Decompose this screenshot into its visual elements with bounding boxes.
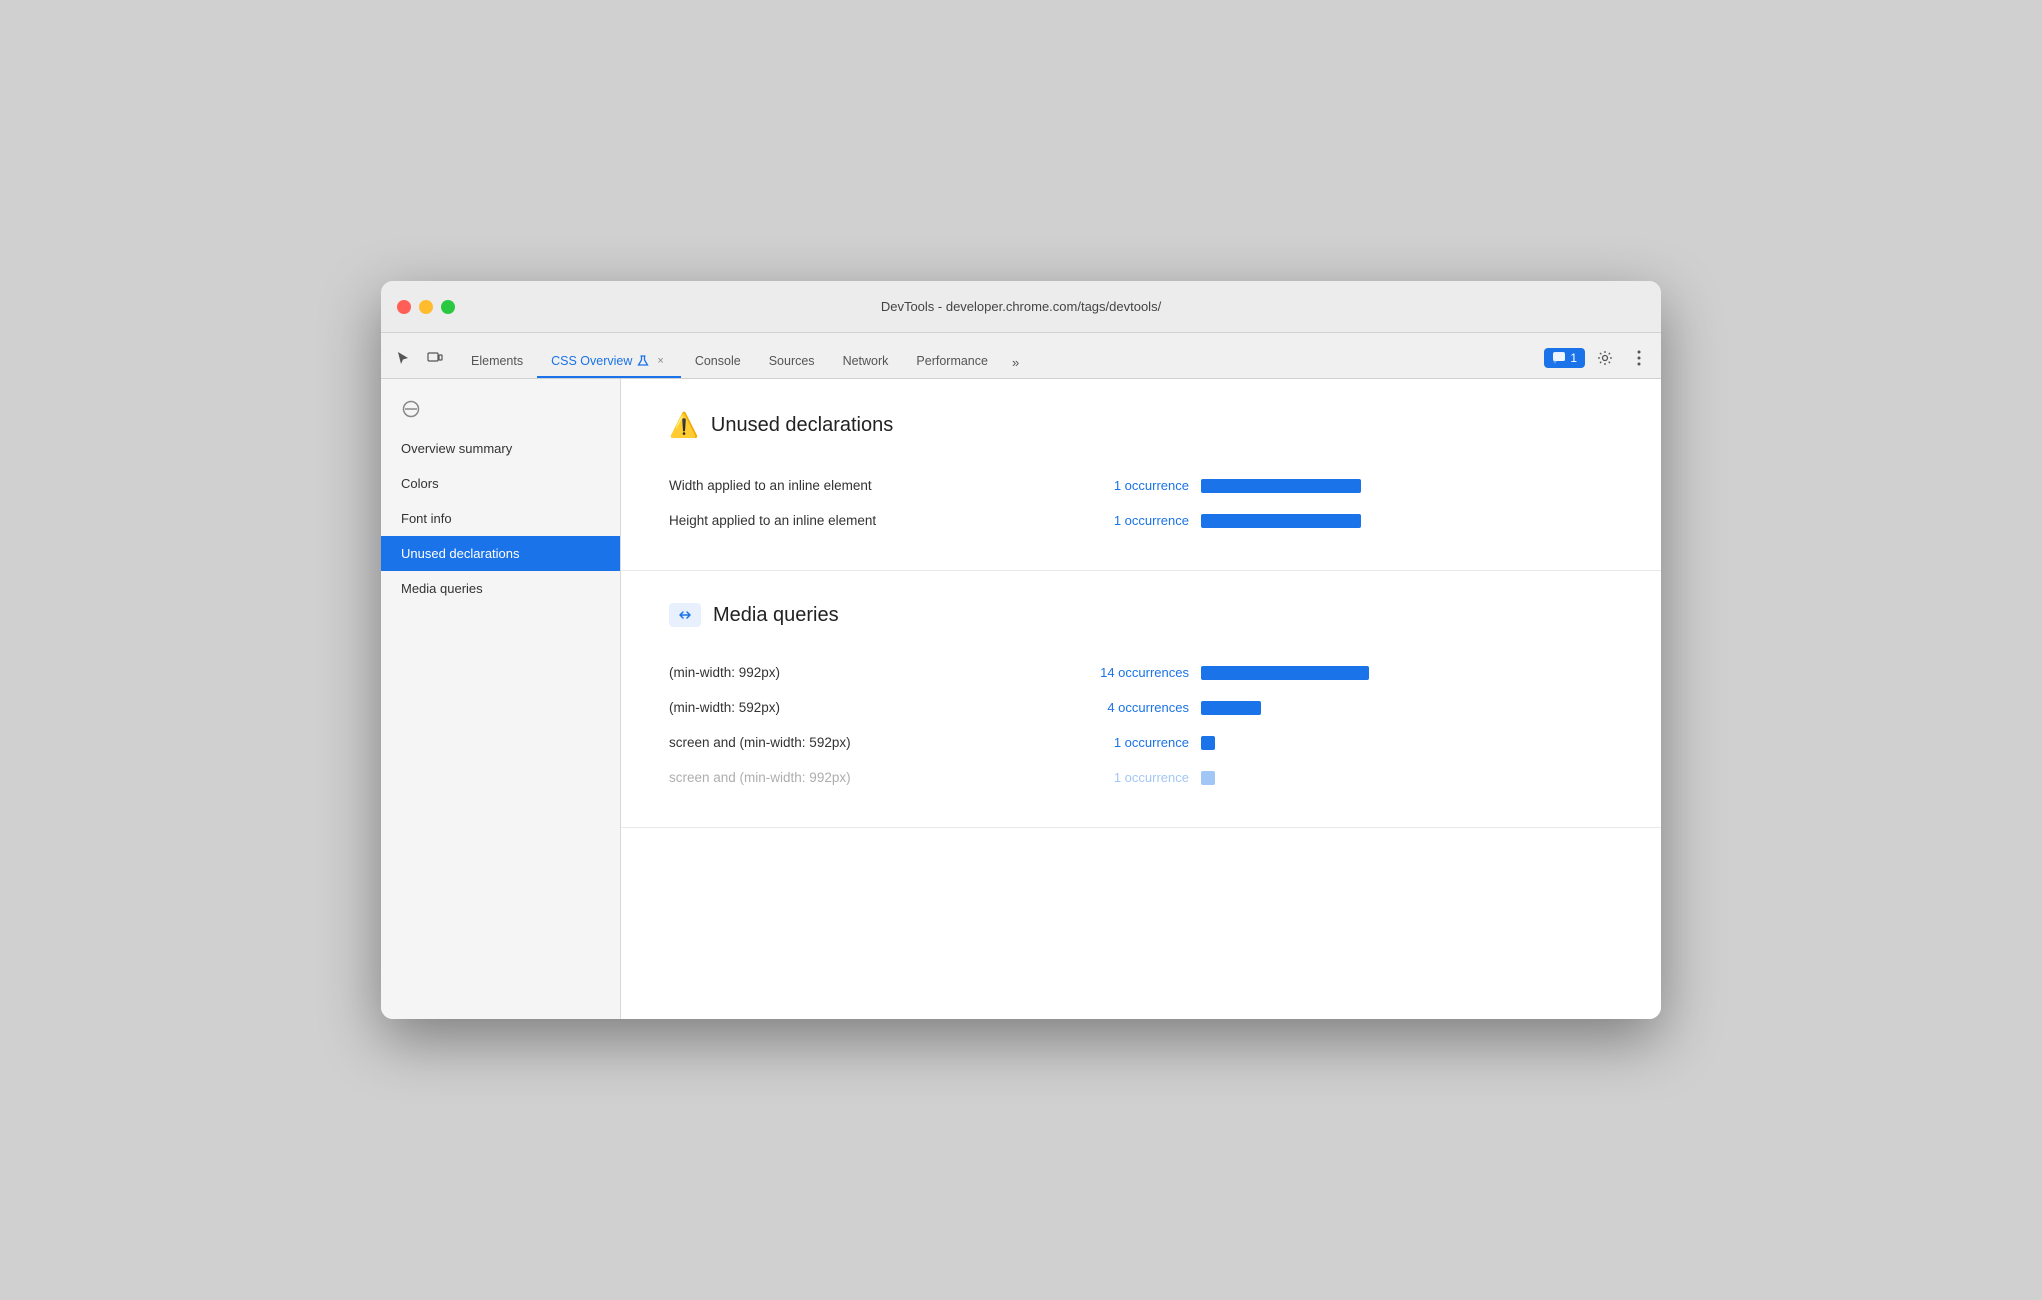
sidebar: Overview summary Colors Font info Unused…	[381, 379, 621, 1019]
declaration-row: Height applied to an inline element 1 oc…	[669, 503, 1613, 538]
tabs: Elements CSS Overview × Console Sources …	[457, 348, 1544, 378]
media-queries-title: Media queries	[713, 604, 839, 627]
block-icon	[402, 400, 420, 418]
media-query-label: screen and (min-width: 592px)	[669, 735, 1049, 750]
sidebar-item-colors[interactable]: Colors	[381, 466, 620, 501]
no-entry-icon[interactable]	[397, 395, 425, 423]
traffic-lights	[397, 300, 455, 314]
sidebar-item-overview-summary[interactable]: Overview summary	[381, 431, 620, 466]
more-tabs-button[interactable]: »	[1002, 349, 1029, 378]
occurrence-link[interactable]: 1 occurrence	[1049, 770, 1189, 785]
sidebar-item-media-queries[interactable]: Media queries	[381, 571, 620, 606]
media-query-label: (min-width: 592px)	[669, 700, 1049, 715]
occurrence-link[interactable]: 1 occurrence	[1049, 513, 1189, 528]
window-title: DevTools - developer.chrome.com/tags/dev…	[881, 299, 1161, 314]
devtools-actions	[389, 344, 449, 378]
flask-icon	[637, 355, 649, 367]
occurrence-bar	[1201, 701, 1261, 715]
media-query-row: screen and (min-width: 992px) 1 occurren…	[669, 760, 1613, 795]
occurrence-link[interactable]: 14 occurrences	[1049, 665, 1189, 680]
declaration-label: Width applied to an inline element	[669, 478, 1049, 493]
occurrence-bar	[1201, 666, 1369, 680]
devtools-window: DevTools - developer.chrome.com/tags/dev…	[381, 281, 1661, 1019]
tab-sources[interactable]: Sources	[755, 348, 829, 378]
cursor-icon[interactable]	[389, 344, 417, 372]
fullscreen-button[interactable]	[441, 300, 455, 314]
media-arrows-icon	[669, 603, 701, 627]
tab-bar: Elements CSS Overview × Console Sources …	[381, 333, 1661, 379]
occurrence-link[interactable]: 1 occurrence	[1049, 735, 1189, 750]
occurrence-link[interactable]: 4 occurrences	[1049, 700, 1189, 715]
main-panel: ⚠️ Unused declarations Width applied to …	[621, 379, 1661, 1019]
tab-css-overview[interactable]: CSS Overview ×	[537, 348, 681, 378]
occurrence-bar	[1201, 479, 1361, 493]
more-options-icon[interactable]	[1625, 344, 1653, 372]
gear-icon	[1597, 350, 1613, 366]
occurrence-bar	[1201, 514, 1361, 528]
close-button[interactable]	[397, 300, 411, 314]
media-queries-header: Media queries	[669, 603, 1613, 627]
tab-console[interactable]: Console	[681, 348, 755, 378]
occurrence-bar	[1201, 736, 1215, 750]
occurrence-link[interactable]: 1 occurrence	[1049, 478, 1189, 493]
occurrence-bar	[1201, 771, 1215, 785]
sidebar-header	[381, 387, 620, 431]
tab-elements[interactable]: Elements	[457, 348, 537, 378]
declaration-row: Width applied to an inline element 1 occ…	[669, 468, 1613, 503]
media-query-row: (min-width: 592px) 4 occurrences	[669, 690, 1613, 725]
tab-close-icon[interactable]: ×	[654, 354, 666, 368]
warning-icon: ⚠️	[669, 411, 699, 440]
media-query-label: screen and (min-width: 992px)	[669, 770, 1049, 785]
settings-icon[interactable]	[1591, 344, 1619, 372]
unused-declarations-header: ⚠️ Unused declarations	[669, 411, 1613, 440]
tab-network[interactable]: Network	[829, 348, 903, 378]
media-queries-section: Media queries (min-width: 992px) 14 occu…	[621, 571, 1661, 828]
minimize-button[interactable]	[419, 300, 433, 314]
tab-bar-right-actions: 1	[1544, 344, 1653, 378]
devtools-body: Overview summary Colors Font info Unused…	[381, 379, 1661, 1019]
tab-performance[interactable]: Performance	[902, 348, 1002, 378]
media-query-label: (min-width: 992px)	[669, 665, 1049, 680]
media-query-row: screen and (min-width: 592px) 1 occurren…	[669, 725, 1613, 760]
sidebar-item-font-info[interactable]: Font info	[381, 501, 620, 536]
declaration-label: Height applied to an inline element	[669, 513, 1049, 528]
chat-icon	[1552, 351, 1566, 365]
chat-button[interactable]: 1	[1544, 348, 1585, 368]
unused-declarations-title: Unused declarations	[711, 414, 893, 437]
unused-declarations-section: ⚠️ Unused declarations Width applied to …	[621, 379, 1661, 571]
sidebar-item-unused-declarations[interactable]: Unused declarations	[381, 536, 620, 571]
title-bar: DevTools - developer.chrome.com/tags/dev…	[381, 281, 1661, 333]
media-query-row: (min-width: 992px) 14 occurrences	[669, 655, 1613, 690]
device-toolbar-icon[interactable]	[421, 344, 449, 372]
